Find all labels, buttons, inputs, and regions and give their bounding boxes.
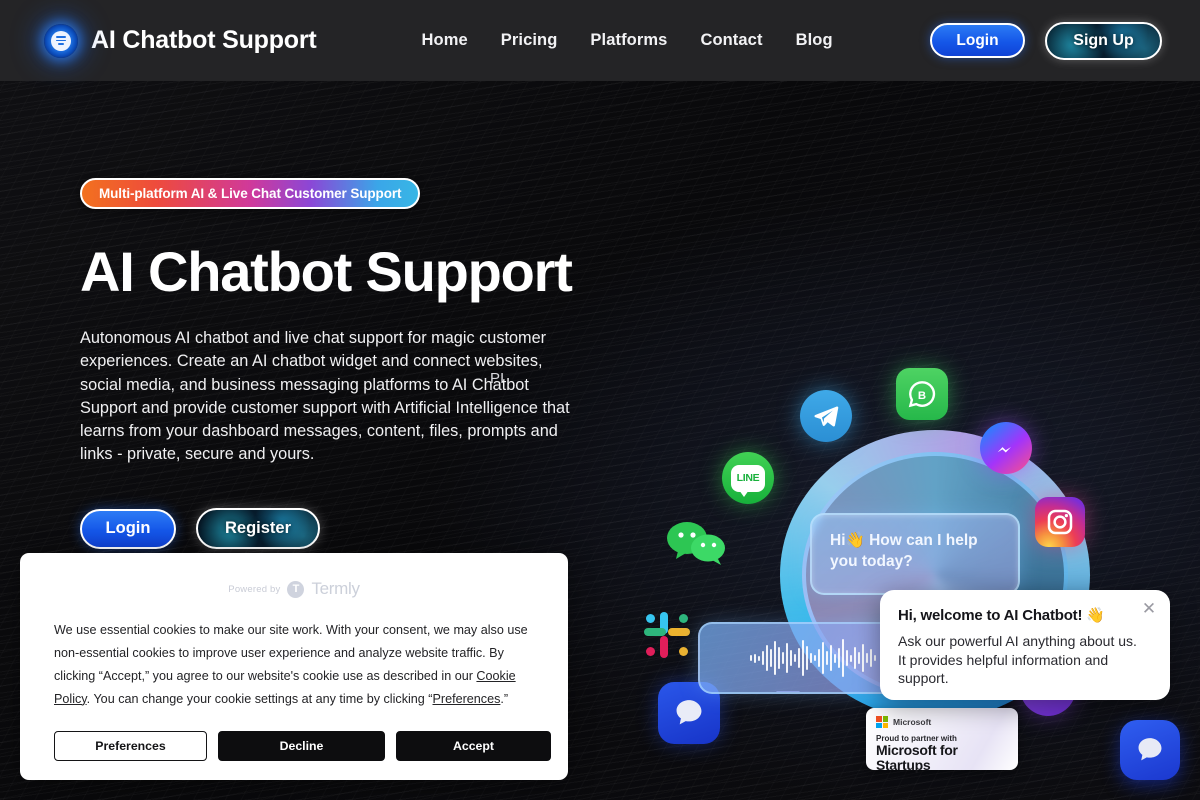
cookie-consent-text: We use essential cookies to make our sit… xyxy=(54,619,534,711)
nav-item-contact[interactable]: Contact xyxy=(700,31,762,50)
hero-login-button[interactable]: Login xyxy=(80,508,176,549)
cookie-action-buttons: Preferences Decline Accept xyxy=(54,730,551,761)
hero-cta-group: Login Register xyxy=(80,508,610,550)
slack-icon xyxy=(640,608,694,662)
cookie-consent-banner: Powered by T Termly We use essential coo… xyxy=(20,553,568,780)
nav-item-platforms[interactable]: Platforms xyxy=(590,31,667,50)
brand-name: AI Chatbot Support xyxy=(91,26,317,54)
svg-text:B: B xyxy=(918,390,926,402)
page-title: AI Chatbot Support xyxy=(80,240,573,303)
chat-bubble-icon xyxy=(1138,738,1162,761)
whatsapp-business-icon: B xyxy=(896,368,948,420)
hero-badge: Multi-platform AI & Live Chat Customer S… xyxy=(80,178,421,209)
chat-launcher-button[interactable] xyxy=(1120,720,1180,780)
termly-brand-label: Termly xyxy=(311,579,360,598)
microsoft-badge-line2: Microsoft for Startups xyxy=(876,742,958,774)
termly-logo-icon: T xyxy=(287,580,305,598)
microsoft-startups-badge: Microsoft Proud to partner with Microsof… xyxy=(866,708,1018,773)
header-signup-button[interactable]: Sign Up xyxy=(1045,21,1162,60)
line-icon: LINE xyxy=(722,452,774,504)
site-header: AI Chatbot Support Home Pricing Platform… xyxy=(0,0,1200,81)
messenger-icon xyxy=(980,422,1032,474)
nav-item-home[interactable]: Home xyxy=(422,31,468,50)
chat-popup-title: Hi, welcome to AI Chatbot! 👋 xyxy=(898,607,1105,624)
termly-attribution: Powered by T Termly xyxy=(54,579,534,599)
header-actions: Login Sign Up xyxy=(930,21,1162,60)
main-nav: Home Pricing Platforms Contact Blog xyxy=(422,31,833,50)
illustration-chat-bubble: Hi👋 How can I help you today? xyxy=(810,513,1020,595)
cookie-preferences-link[interactable]: Preferences xyxy=(433,692,501,706)
hero-content: Multi-platform AI & Live Chat Customer S… xyxy=(80,178,610,550)
cookie-preferences-button[interactable]: Preferences xyxy=(54,730,207,761)
chat-popup-body: Ask our powerful AI anything about us. I… xyxy=(898,633,1137,687)
header-login-button[interactable]: Login xyxy=(930,23,1025,58)
cookie-text-part1: We use essential cookies to make our sit… xyxy=(54,623,528,683)
cookie-accept-button[interactable]: Accept xyxy=(396,730,551,761)
termly-powered-by-label: Powered by xyxy=(228,583,281,595)
instagram-icon xyxy=(1035,497,1085,547)
hero-illustration: B LINE Hi👋 How can I help you today? Mic… xyxy=(620,330,1200,800)
hero-register-button[interactable]: Register xyxy=(196,508,320,550)
microsoft-brand-label: Microsoft xyxy=(893,717,932,727)
microsoft-logo-icon xyxy=(876,716,888,728)
telegram-icon xyxy=(800,390,852,442)
chatbot-logo-icon xyxy=(44,23,78,58)
nav-item-pricing[interactable]: Pricing xyxy=(501,31,558,50)
close-icon[interactable]: ✕ xyxy=(1140,600,1158,618)
chat-welcome-popup: ✕ Hi, welcome to AI Chatbot! 👋 Ask our p… xyxy=(880,590,1170,700)
wechat-icon xyxy=(666,518,728,566)
cookie-text-part3: .” xyxy=(500,691,509,706)
page-root: AI Chatbot Support Home Pricing Platform… xyxy=(0,0,1200,800)
nav-item-blog[interactable]: Blog xyxy=(796,31,833,50)
hero-description: Autonomous AI chatbot and live chat supp… xyxy=(80,329,570,463)
cookie-decline-button[interactable]: Decline xyxy=(218,730,385,761)
brand-logo[interactable]: AI Chatbot Support xyxy=(44,23,317,58)
cookie-text-part2: . You can change your cookie settings at… xyxy=(86,691,433,706)
